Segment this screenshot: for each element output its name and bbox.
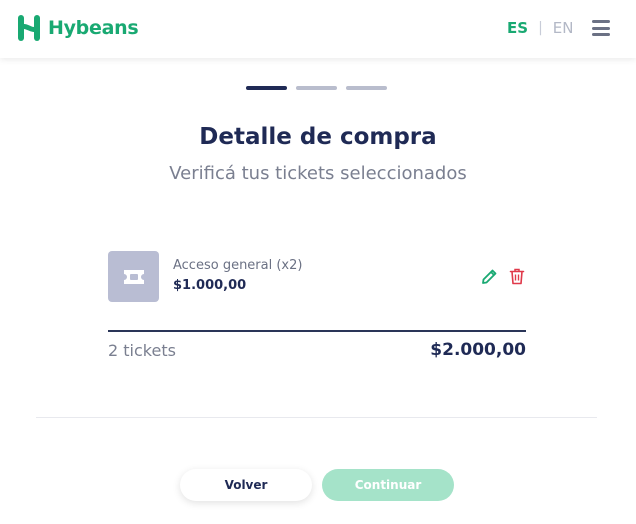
language-switcher: ES | EN: [507, 19, 573, 37]
item-name: Acceso general (x2): [173, 258, 303, 273]
cart-item: Acceso general (x2) $1.000,00: [108, 251, 526, 302]
top-header: Hybeans ES | EN: [0, 0, 636, 58]
lang-separator: |: [538, 20, 543, 36]
total-amount: $2.000,00: [430, 340, 526, 360]
item-price: $1.000,00: [173, 278, 247, 293]
hybeans-logo-icon: [18, 15, 40, 41]
step-indicator-2: [296, 86, 337, 90]
lang-es[interactable]: ES: [507, 19, 528, 37]
edit-pencil-icon[interactable]: [481, 268, 498, 285]
back-button[interactable]: Volver: [180, 469, 312, 501]
total-divider: [108, 330, 526, 332]
delete-trash-icon[interactable]: [509, 268, 525, 285]
step-indicator-1: [246, 86, 287, 90]
page-subtitle: Verificá tus tickets seleccionados: [169, 163, 467, 184]
progress-steps: [246, 86, 396, 90]
brand-logo[interactable]: Hybeans: [16, 13, 139, 43]
ticket-icon: [123, 269, 144, 284]
total-ticket-count: 2 tickets: [108, 341, 176, 360]
step-indicator-3: [346, 86, 387, 90]
page-title: Detalle de compra: [199, 124, 437, 150]
hamburger-menu-icon[interactable]: [592, 20, 610, 36]
section-divider: [36, 417, 597, 418]
brand-name: Hybeans: [48, 17, 139, 39]
lang-en[interactable]: EN: [553, 19, 574, 37]
continue-button[interactable]: Continuar: [322, 469, 454, 501]
ticket-thumbnail: [108, 251, 159, 302]
